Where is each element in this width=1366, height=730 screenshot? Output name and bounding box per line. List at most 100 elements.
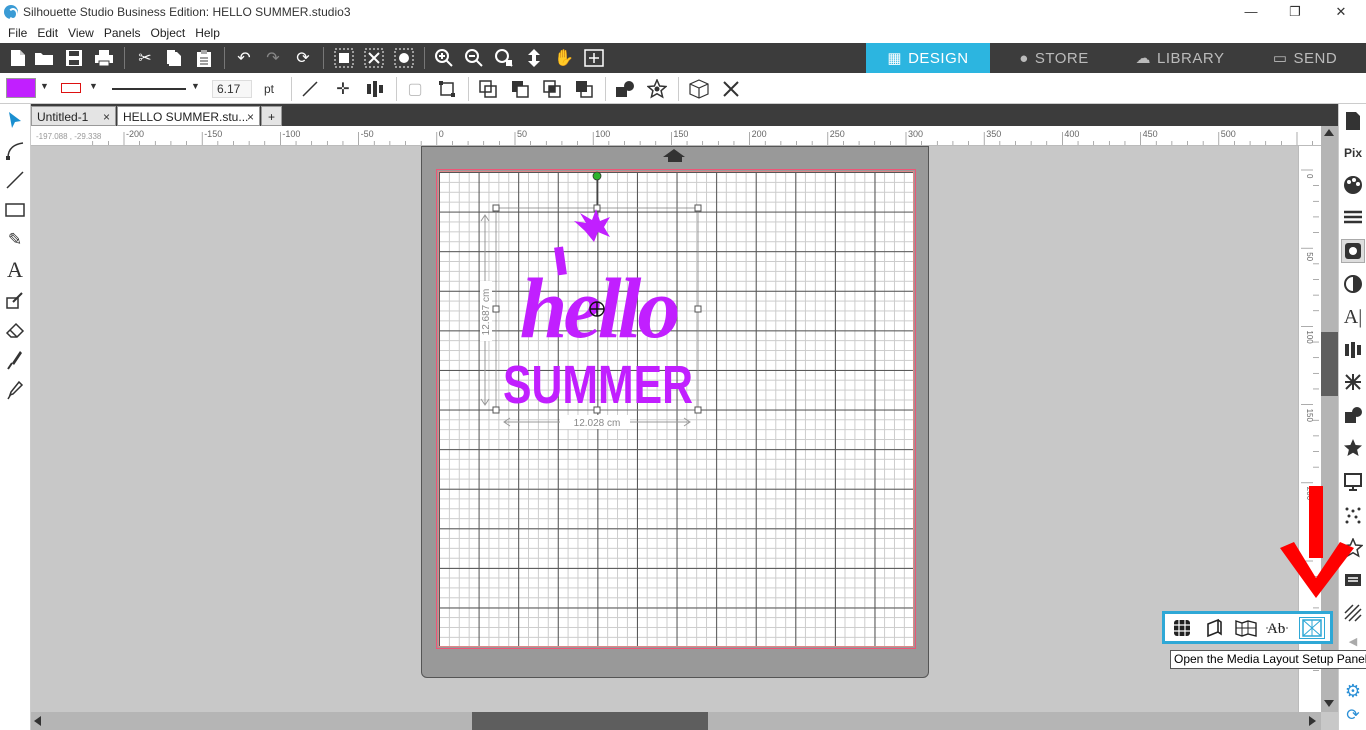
shapes-icon[interactable]	[614, 78, 636, 100]
eyedropper-icon[interactable]	[3, 378, 27, 402]
subtract-icon[interactable]	[509, 78, 531, 100]
sync-refresh-icon[interactable]: ⟳	[1341, 703, 1365, 727]
tab-library[interactable]: ☁ LIBRARY	[1118, 43, 1242, 73]
undo-icon[interactable]: ↶	[233, 47, 255, 69]
text-style-icon[interactable]: Ab	[1265, 617, 1291, 639]
zoom-in-icon[interactable]	[433, 47, 455, 69]
media-layout-icon[interactable]	[1299, 617, 1325, 639]
menu-object[interactable]: Object	[146, 26, 191, 40]
group-icon[interactable]	[333, 47, 355, 69]
zoom-out-icon[interactable]	[463, 47, 485, 69]
image-effects-icon[interactable]	[1341, 239, 1365, 263]
summer-text: SUMMER	[503, 355, 693, 415]
crop-icon[interactable]	[573, 78, 595, 100]
line-style-panel-icon[interactable]	[1341, 205, 1365, 229]
scroll-left-arrow-icon[interactable]	[34, 716, 41, 726]
fill-pen-icon[interactable]	[3, 288, 27, 312]
menu-bar: File Edit View Panels Object Help	[0, 23, 1366, 43]
print-icon[interactable]	[93, 47, 115, 69]
scroll-right-arrow-icon[interactable]	[1309, 716, 1316, 726]
menu-view[interactable]: View	[63, 26, 99, 40]
menu-edit[interactable]: Edit	[32, 26, 63, 40]
line-width-field[interactable]: 6.17	[212, 80, 252, 98]
line-style-dropdown-icon[interactable]: ▼	[191, 81, 200, 91]
hatch-pattern-icon[interactable]	[1341, 601, 1365, 625]
scroll-up-arrow-icon[interactable]	[1324, 129, 1334, 136]
close-window-button[interactable]: ✕	[1318, 0, 1364, 23]
open-folder-icon[interactable]	[33, 47, 55, 69]
fill-dropdown-icon[interactable]: ▼	[40, 81, 49, 91]
page-setup-panel-icon[interactable]	[1341, 109, 1365, 133]
tab-send[interactable]: ▭ SEND	[1244, 43, 1366, 73]
line-style-preview[interactable]	[112, 88, 186, 90]
line-draw-icon[interactable]	[3, 168, 27, 192]
ungroup-icon[interactable]	[363, 47, 385, 69]
paste-clipboard-icon[interactable]	[193, 47, 215, 69]
design-selection[interactable]: 12.687 cm 12.028 cm hello SUMMER	[422, 147, 930, 679]
minimize-button[interactable]: —	[1228, 0, 1274, 23]
ruler-label: -150	[204, 129, 222, 139]
select-arrow-icon[interactable]	[3, 108, 27, 132]
new-document-icon[interactable]	[7, 47, 29, 69]
replicate-icon[interactable]: ▢	[404, 78, 426, 100]
redo-icon[interactable]: ↷	[262, 47, 284, 69]
fill-color-swatch[interactable]	[6, 78, 36, 98]
star-favorite-icon[interactable]	[646, 78, 668, 100]
menu-panels[interactable]: Panels	[99, 26, 146, 40]
contrast-icon[interactable]	[1341, 272, 1365, 296]
media-warp-icon[interactable]	[1233, 617, 1259, 639]
scroll-down-arrow-icon[interactable]	[1324, 700, 1334, 707]
align-center-icon[interactable]	[364, 78, 386, 100]
eraser-icon[interactable]	[3, 318, 27, 342]
pan-zoom-arrows-icon[interactable]	[523, 47, 545, 69]
knife-icon[interactable]	[3, 348, 27, 372]
move-crosshair-icon[interactable]: ✛	[332, 78, 354, 100]
line-tool-icon[interactable]	[299, 78, 321, 100]
close-tab-icon[interactable]: ×	[247, 107, 254, 127]
close-tab-icon[interactable]: ×	[103, 107, 110, 127]
modify-panel-icon[interactable]	[1341, 403, 1365, 427]
page-setup-icon[interactable]	[1169, 617, 1195, 639]
cut-scissors-icon[interactable]: ✂	[134, 47, 156, 69]
align-panel-icon[interactable]	[1341, 338, 1365, 362]
text-tool-icon[interactable]: A	[3, 257, 27, 282]
doc-tab-untitled[interactable]: Untitled-1 ×	[31, 106, 116, 126]
save-icon[interactable]	[63, 47, 85, 69]
restore-button[interactable]: ❐	[1272, 0, 1318, 23]
compound-path-icon[interactable]	[393, 47, 415, 69]
pixscan-icon[interactable]: Pix	[1341, 141, 1365, 165]
new-tab-button[interactable]: +	[261, 106, 282, 126]
design-canvas[interactable]: 12.687 cm 12.028 cm hello SUMMER	[31, 146, 1298, 712]
ruler-label: 0	[1305, 174, 1314, 179]
pencil-icon[interactable]: ✎	[3, 228, 27, 252]
horizontal-scroll-thumb[interactable]	[472, 712, 708, 730]
edit-points-icon[interactable]	[3, 138, 27, 162]
intersect-icon[interactable]	[541, 78, 563, 100]
3d-box-icon[interactable]	[688, 78, 710, 100]
menu-file[interactable]: File	[3, 26, 32, 40]
transform-icon[interactable]	[436, 78, 458, 100]
line-color-swatch[interactable]	[61, 83, 81, 93]
tab-store[interactable]: ● STORE	[992, 43, 1116, 73]
copy-icon[interactable]	[163, 47, 185, 69]
pan-hand-icon[interactable]: ✋	[553, 47, 575, 69]
tab-design[interactable]: ▦ DESIGN	[866, 43, 990, 73]
horizontal-scrollbar[interactable]	[31, 712, 1321, 730]
settings-gear-icon[interactable]: ⚙	[1341, 679, 1365, 703]
replicate-panel-icon[interactable]	[1341, 370, 1365, 394]
text-style-panel-icon[interactable]: A|	[1341, 305, 1365, 329]
offset-star-icon[interactable]	[1341, 436, 1365, 460]
fill-color-panel-icon[interactable]	[1341, 173, 1365, 197]
rotate-refresh-icon[interactable]: ⟳	[292, 47, 314, 69]
zoom-selection-icon[interactable]	[493, 47, 515, 69]
print-cut-icon[interactable]	[1201, 617, 1227, 639]
fit-to-page-icon[interactable]	[583, 47, 605, 69]
vertical-scroll-thumb[interactable]	[1321, 332, 1338, 396]
line-dropdown-icon[interactable]: ▼	[89, 81, 98, 91]
close-x-icon[interactable]	[720, 78, 742, 100]
rectangle-icon[interactable]	[3, 198, 27, 222]
ruler-label: -100	[282, 129, 300, 139]
menu-help[interactable]: Help	[190, 26, 225, 40]
weld-icon[interactable]	[477, 78, 499, 100]
doc-tab-hello-summer[interactable]: HELLO SUMMER.stu... ×	[117, 106, 260, 126]
